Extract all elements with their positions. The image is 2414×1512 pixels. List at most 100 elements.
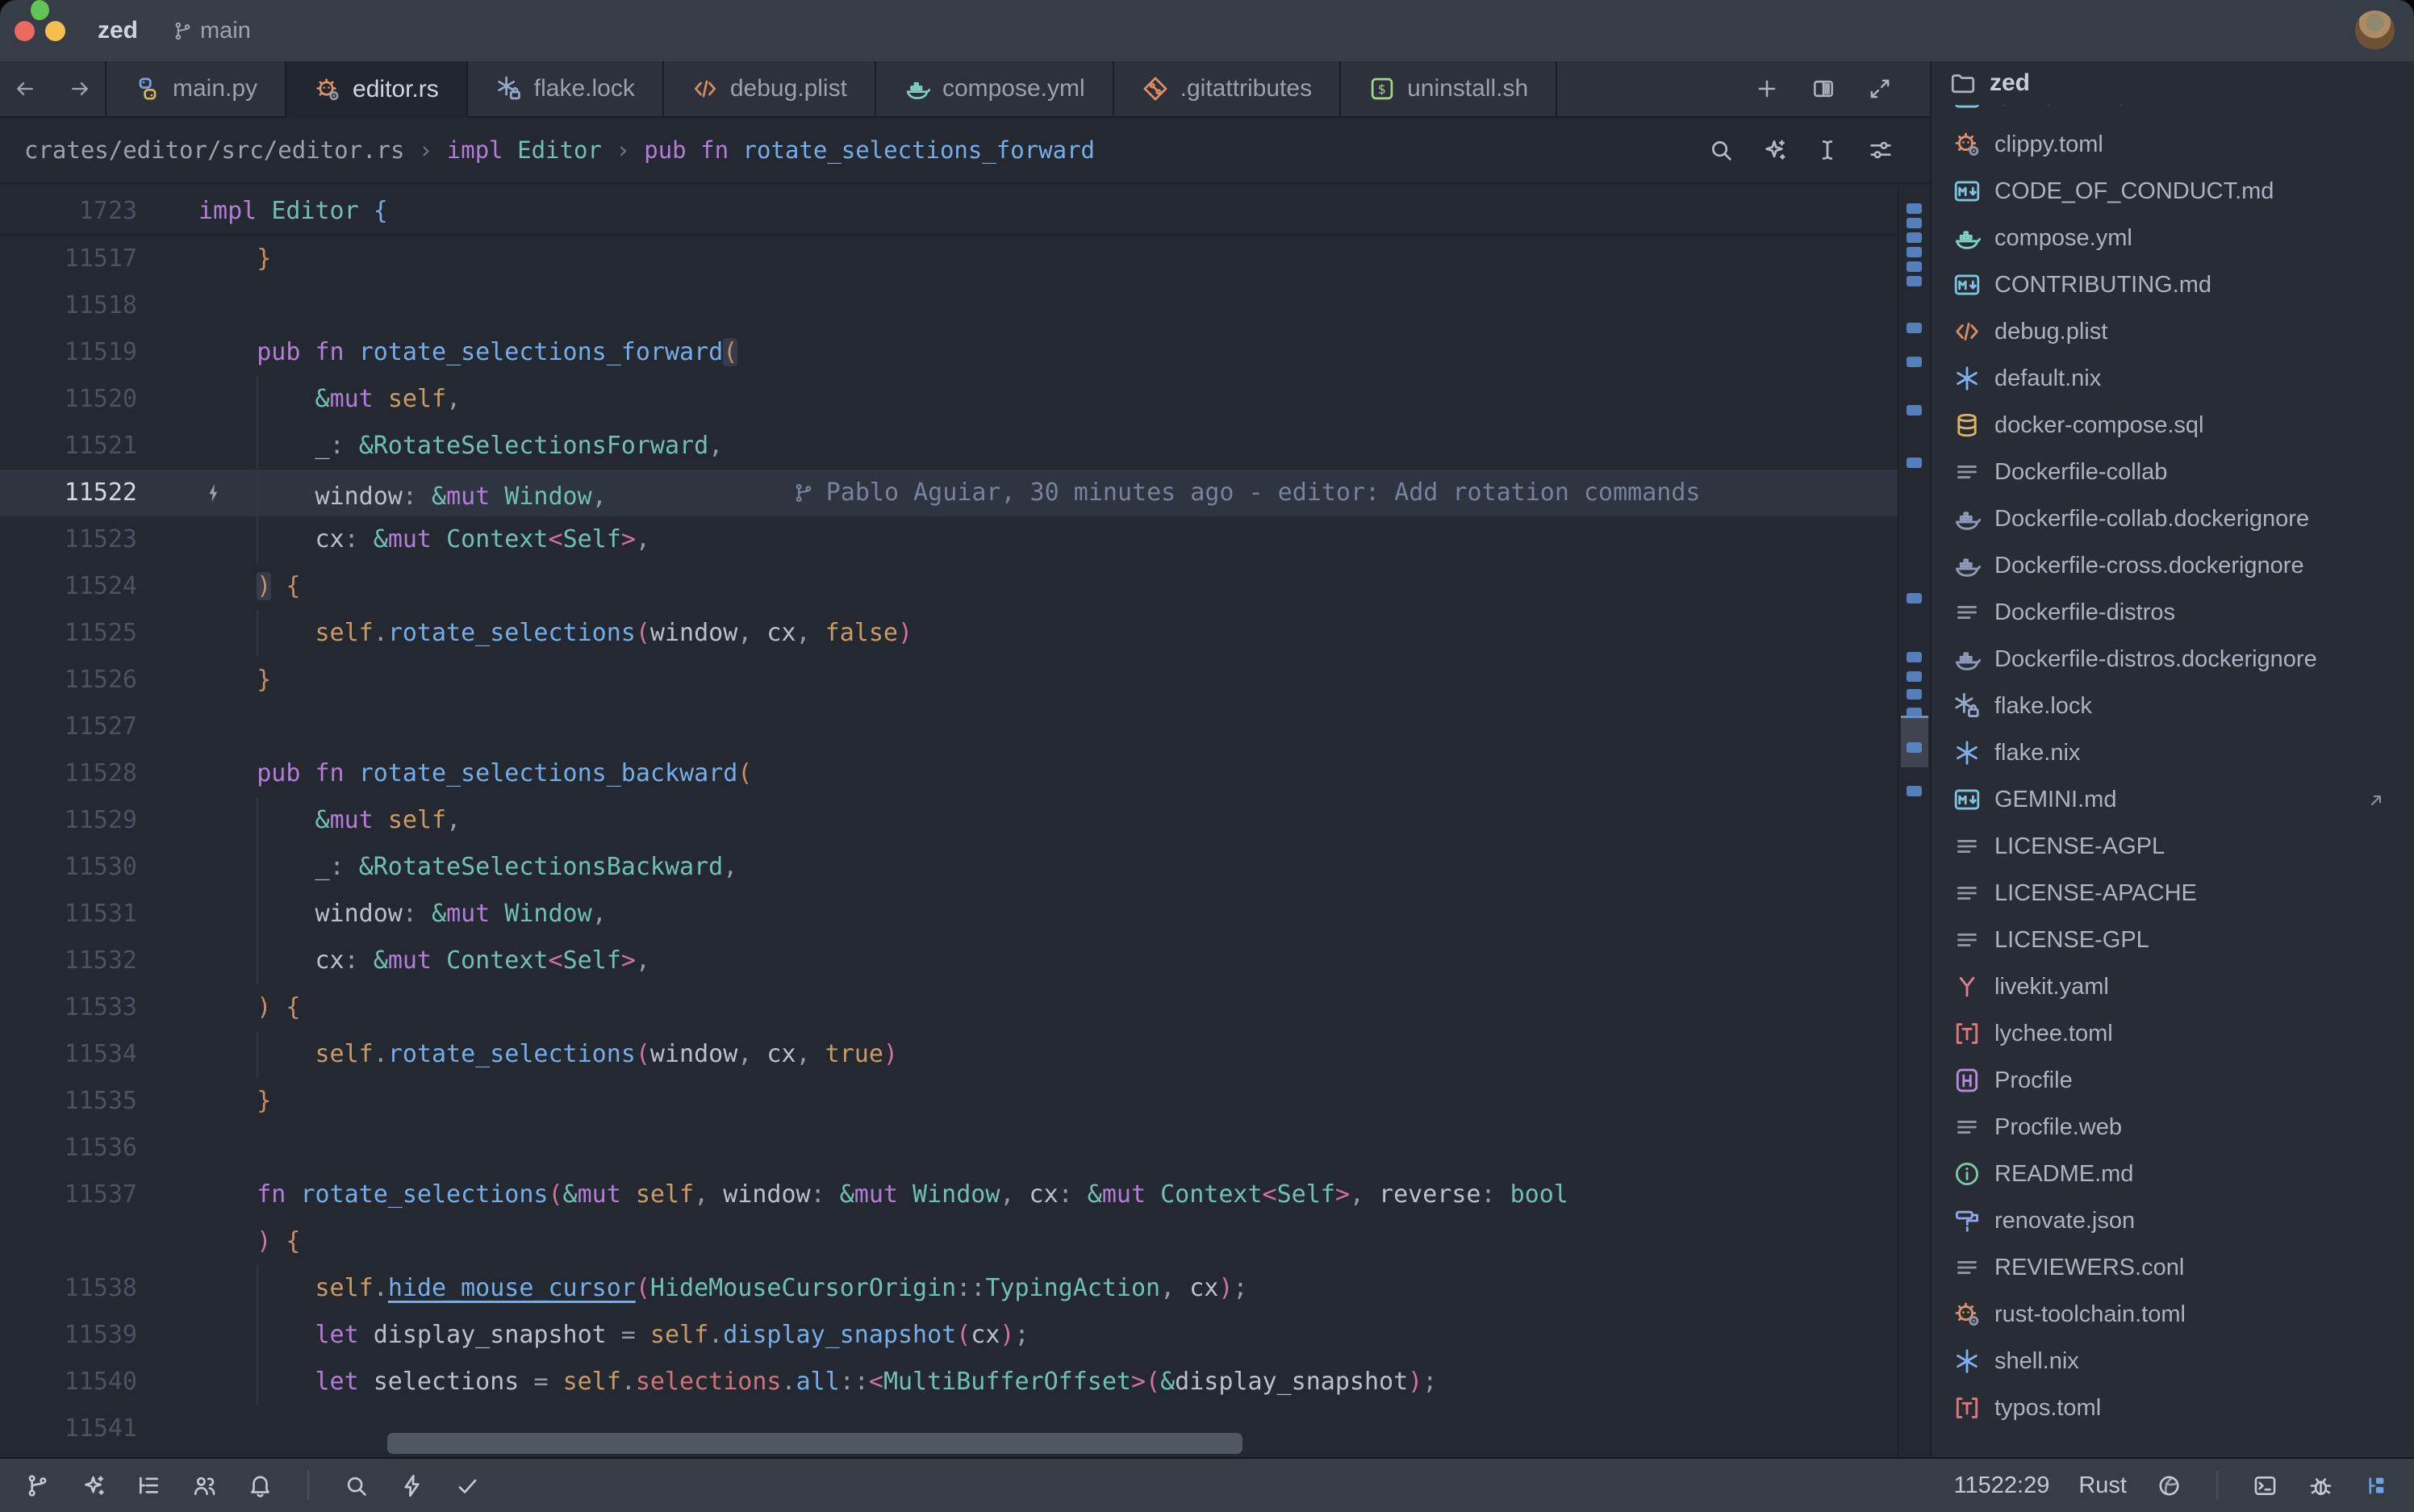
- notifications-icon[interactable]: [247, 1472, 274, 1499]
- language-selector[interactable]: Rust: [2078, 1472, 2127, 1499]
- navigate-forward-button[interactable]: [68, 77, 92, 101]
- code-line[interactable]: 11531 window: &mut Window,: [0, 891, 1898, 938]
- file-item-Procfile[interactable]: Procfile: [1932, 1057, 2414, 1104]
- tab-uninstall-sh[interactable]: $uninstall.sh: [1341, 61, 1557, 116]
- file-item-Dockerfile-distros.dockerignore[interactable]: Dockerfile-distros.dockerignore: [1932, 636, 2414, 683]
- git-branch-switcher[interactable]: main: [172, 18, 251, 44]
- nix-file-icon: [1952, 738, 1982, 767]
- git-blame-annotation[interactable]: Pablo Aguiar, 30 minutes ago - editor: A…: [792, 470, 1701, 516]
- code-line[interactable]: 11518: [0, 282, 1898, 329]
- code-line[interactable]: 11527: [0, 704, 1898, 750]
- breadcrumb[interactable]: crates/editor/src/editor.rs › impl Edito…: [24, 136, 1095, 164]
- code-line[interactable]: 11533 ) {: [0, 984, 1898, 1031]
- terminal-panel-icon[interactable]: [2252, 1472, 2278, 1499]
- file-item-flake.nix[interactable]: flake.nix: [1932, 729, 2414, 776]
- file-item-Dockerfile-collab[interactable]: Dockerfile-collab: [1932, 449, 2414, 495]
- new-tab-button[interactable]: [1754, 76, 1780, 102]
- sticky-header-line[interactable]: 1723impl Editor {: [0, 187, 1898, 236]
- code-line[interactable]: 11536: [0, 1125, 1898, 1172]
- code-editor[interactable]: 1723impl Editor { 11517 }1151811519 pub …: [0, 187, 1930, 1457]
- zoom-pane-button[interactable]: [1867, 76, 1893, 102]
- project-panel: zed CLAUDE.mdclippy.tomlCODE_OF_CONDUCT.…: [1930, 61, 2414, 1457]
- code-line[interactable]: 11539 let display_snapshot = self.displa…: [0, 1312, 1898, 1359]
- file-item-CONTRIBUTING.md[interactable]: CONTRIBUTING.md: [1932, 261, 2414, 308]
- file-item-docker-compose.sql[interactable]: docker-compose.sql: [1932, 402, 2414, 449]
- code-line[interactable]: 11540 let selections = self.selections.a…: [0, 1359, 1898, 1405]
- collab-panel-icon[interactable]: [191, 1472, 218, 1499]
- file-item-clippy.toml[interactable]: clippy.toml: [1932, 121, 2414, 168]
- code-line[interactable]: 11532 cx: &mut Context<Self>,: [0, 938, 1898, 984]
- file-item-compose.yml[interactable]: compose.yml: [1932, 215, 2414, 261]
- file-item-typos.toml[interactable]: typos.toml: [1932, 1385, 2414, 1431]
- file-item-Dockerfile-collab.dockerignore[interactable]: Dockerfile-collab.dockerignore: [1932, 495, 2414, 542]
- tab-gitattributes[interactable]: .gitattributes: [1114, 61, 1341, 116]
- file-item-livekit.yaml[interactable]: livekit.yaml: [1932, 963, 2414, 1010]
- file-item-CODE_OF_CONDUCT.md[interactable]: CODE_OF_CONDUCT.md: [1932, 168, 2414, 215]
- navigate-back-button[interactable]: [13, 77, 37, 101]
- inline-assist-icon[interactable]: [1760, 136, 1788, 164]
- debugger-icon[interactable]: [2308, 1472, 2334, 1499]
- project-panel-toggle-icon[interactable]: [2363, 1472, 2390, 1499]
- file-item-LICENSE-GPL[interactable]: LICENSE-GPL: [1932, 917, 2414, 963]
- tab-compose-yml[interactable]: compose.yml: [876, 61, 1114, 116]
- markdown-file-icon: [1952, 177, 1982, 206]
- buffer-search-icon[interactable]: [1707, 136, 1735, 164]
- code-line[interactable]: 11521 _: &RotateSelectionsForward,: [0, 423, 1898, 470]
- code-line[interactable]: 11525 self.rotate_selections(window, cx,…: [0, 610, 1898, 657]
- file-item-GEMINI.md[interactable]: GEMINI.md: [1932, 776, 2414, 823]
- code-line[interactable]: 11535 }: [0, 1078, 1898, 1125]
- user-avatar[interactable]: [2355, 10, 2395, 50]
- file-item-rust-toolchain.toml[interactable]: rust-toolchain.toml: [1932, 1291, 2414, 1338]
- code-line[interactable]: 11530 _: &RotateSelectionsBackward,: [0, 844, 1898, 891]
- code-line[interactable]: 11538 self.hide_mouse_cursor(HideMouseCu…: [0, 1265, 1898, 1312]
- code-line[interactable]: ) {: [0, 1218, 1898, 1265]
- maximize-button[interactable]: [29, 0, 49, 20]
- vertical-scrollbar-thumb[interactable]: [1901, 716, 1928, 767]
- file-item-README.md[interactable]: README.md: [1932, 1151, 2414, 1197]
- file-item-REVIEWERS.conl[interactable]: REVIEWERS.conl: [1932, 1244, 2414, 1291]
- split-pane-button[interactable]: [1810, 76, 1836, 102]
- code-line[interactable]: 11526 }: [0, 657, 1898, 704]
- code-line[interactable]: 11519 pub fn rotate_selections_forward(: [0, 329, 1898, 376]
- file-item-Dockerfile-cross.dockerignore[interactable]: Dockerfile-cross.dockerignore: [1932, 542, 2414, 589]
- file-item-LICENSE-AGPL[interactable]: LICENSE-AGPL: [1932, 823, 2414, 870]
- file-item-LICENSE-APACHE[interactable]: LICENSE-APACHE: [1932, 870, 2414, 917]
- file-item-debug.plist[interactable]: debug.plist: [1932, 308, 2414, 355]
- file-item-flake.lock[interactable]: flake.lock: [1932, 683, 2414, 729]
- code-line[interactable]: 11523 cx: &mut Context<Self>,: [0, 516, 1898, 563]
- project-search-icon[interactable]: [343, 1472, 370, 1499]
- editor-settings-icon[interactable]: [1867, 136, 1894, 164]
- file-item-renovate.json[interactable]: renovate.json: [1932, 1197, 2414, 1244]
- diagnostics-icon[interactable]: [454, 1472, 481, 1499]
- file-item-lychee.toml[interactable]: lychee.toml: [1932, 1010, 2414, 1057]
- tab-debug-plist[interactable]: debug.plist: [664, 61, 876, 116]
- file-item-shell.nix[interactable]: shell.nix: [1932, 1338, 2414, 1385]
- quick-actions-icon[interactable]: [399, 1472, 425, 1499]
- assistant-panel-icon[interactable]: [80, 1472, 106, 1499]
- file-item-Procfile.web[interactable]: Procfile.web: [1932, 1104, 2414, 1151]
- code-line[interactable]: 11524 ) {: [0, 563, 1898, 610]
- code-line[interactable]: 11520 &mut self,: [0, 376, 1898, 423]
- file-item-default.nix[interactable]: default.nix: [1932, 355, 2414, 402]
- edit-prediction-icon[interactable]: [2156, 1472, 2182, 1499]
- code-line[interactable]: 11522 window: &mut Window,Pablo Aguiar, …: [0, 470, 1898, 516]
- code-line[interactable]: 11517 }: [0, 236, 1898, 282]
- tab-flake-lock[interactable]: flake.lock: [468, 61, 664, 116]
- tab-main-py[interactable]: main.py: [106, 61, 286, 116]
- text-cursor-icon[interactable]: [1814, 136, 1841, 164]
- code-line[interactable]: 11537 fn rotate_selections(&mut self, wi…: [0, 1172, 1898, 1218]
- project-root[interactable]: zed: [1932, 61, 2414, 105]
- git-panel-icon[interactable]: [24, 1472, 51, 1499]
- outline-panel-icon[interactable]: [136, 1472, 162, 1499]
- minimize-button[interactable]: [45, 21, 65, 41]
- file-item-Dockerfile-distros[interactable]: Dockerfile-distros: [1932, 589, 2414, 636]
- file-name: rust-toolchain.toml: [1994, 1301, 2186, 1328]
- vertical-scrollbar[interactable]: [1898, 187, 1930, 1457]
- code-line[interactable]: 11529 &mut self,: [0, 797, 1898, 844]
- close-button[interactable]: [15, 21, 35, 41]
- code-line[interactable]: 11534 self.rotate_selections(window, cx,…: [0, 1031, 1898, 1078]
- code-line[interactable]: 11528 pub fn rotate_selections_backward(: [0, 750, 1898, 797]
- tab-editor-rs[interactable]: editor.rs: [286, 61, 468, 118]
- cursor-position[interactable]: 11522:29: [1954, 1472, 2050, 1499]
- horizontal-scrollbar-thumb[interactable]: [387, 1433, 1242, 1454]
